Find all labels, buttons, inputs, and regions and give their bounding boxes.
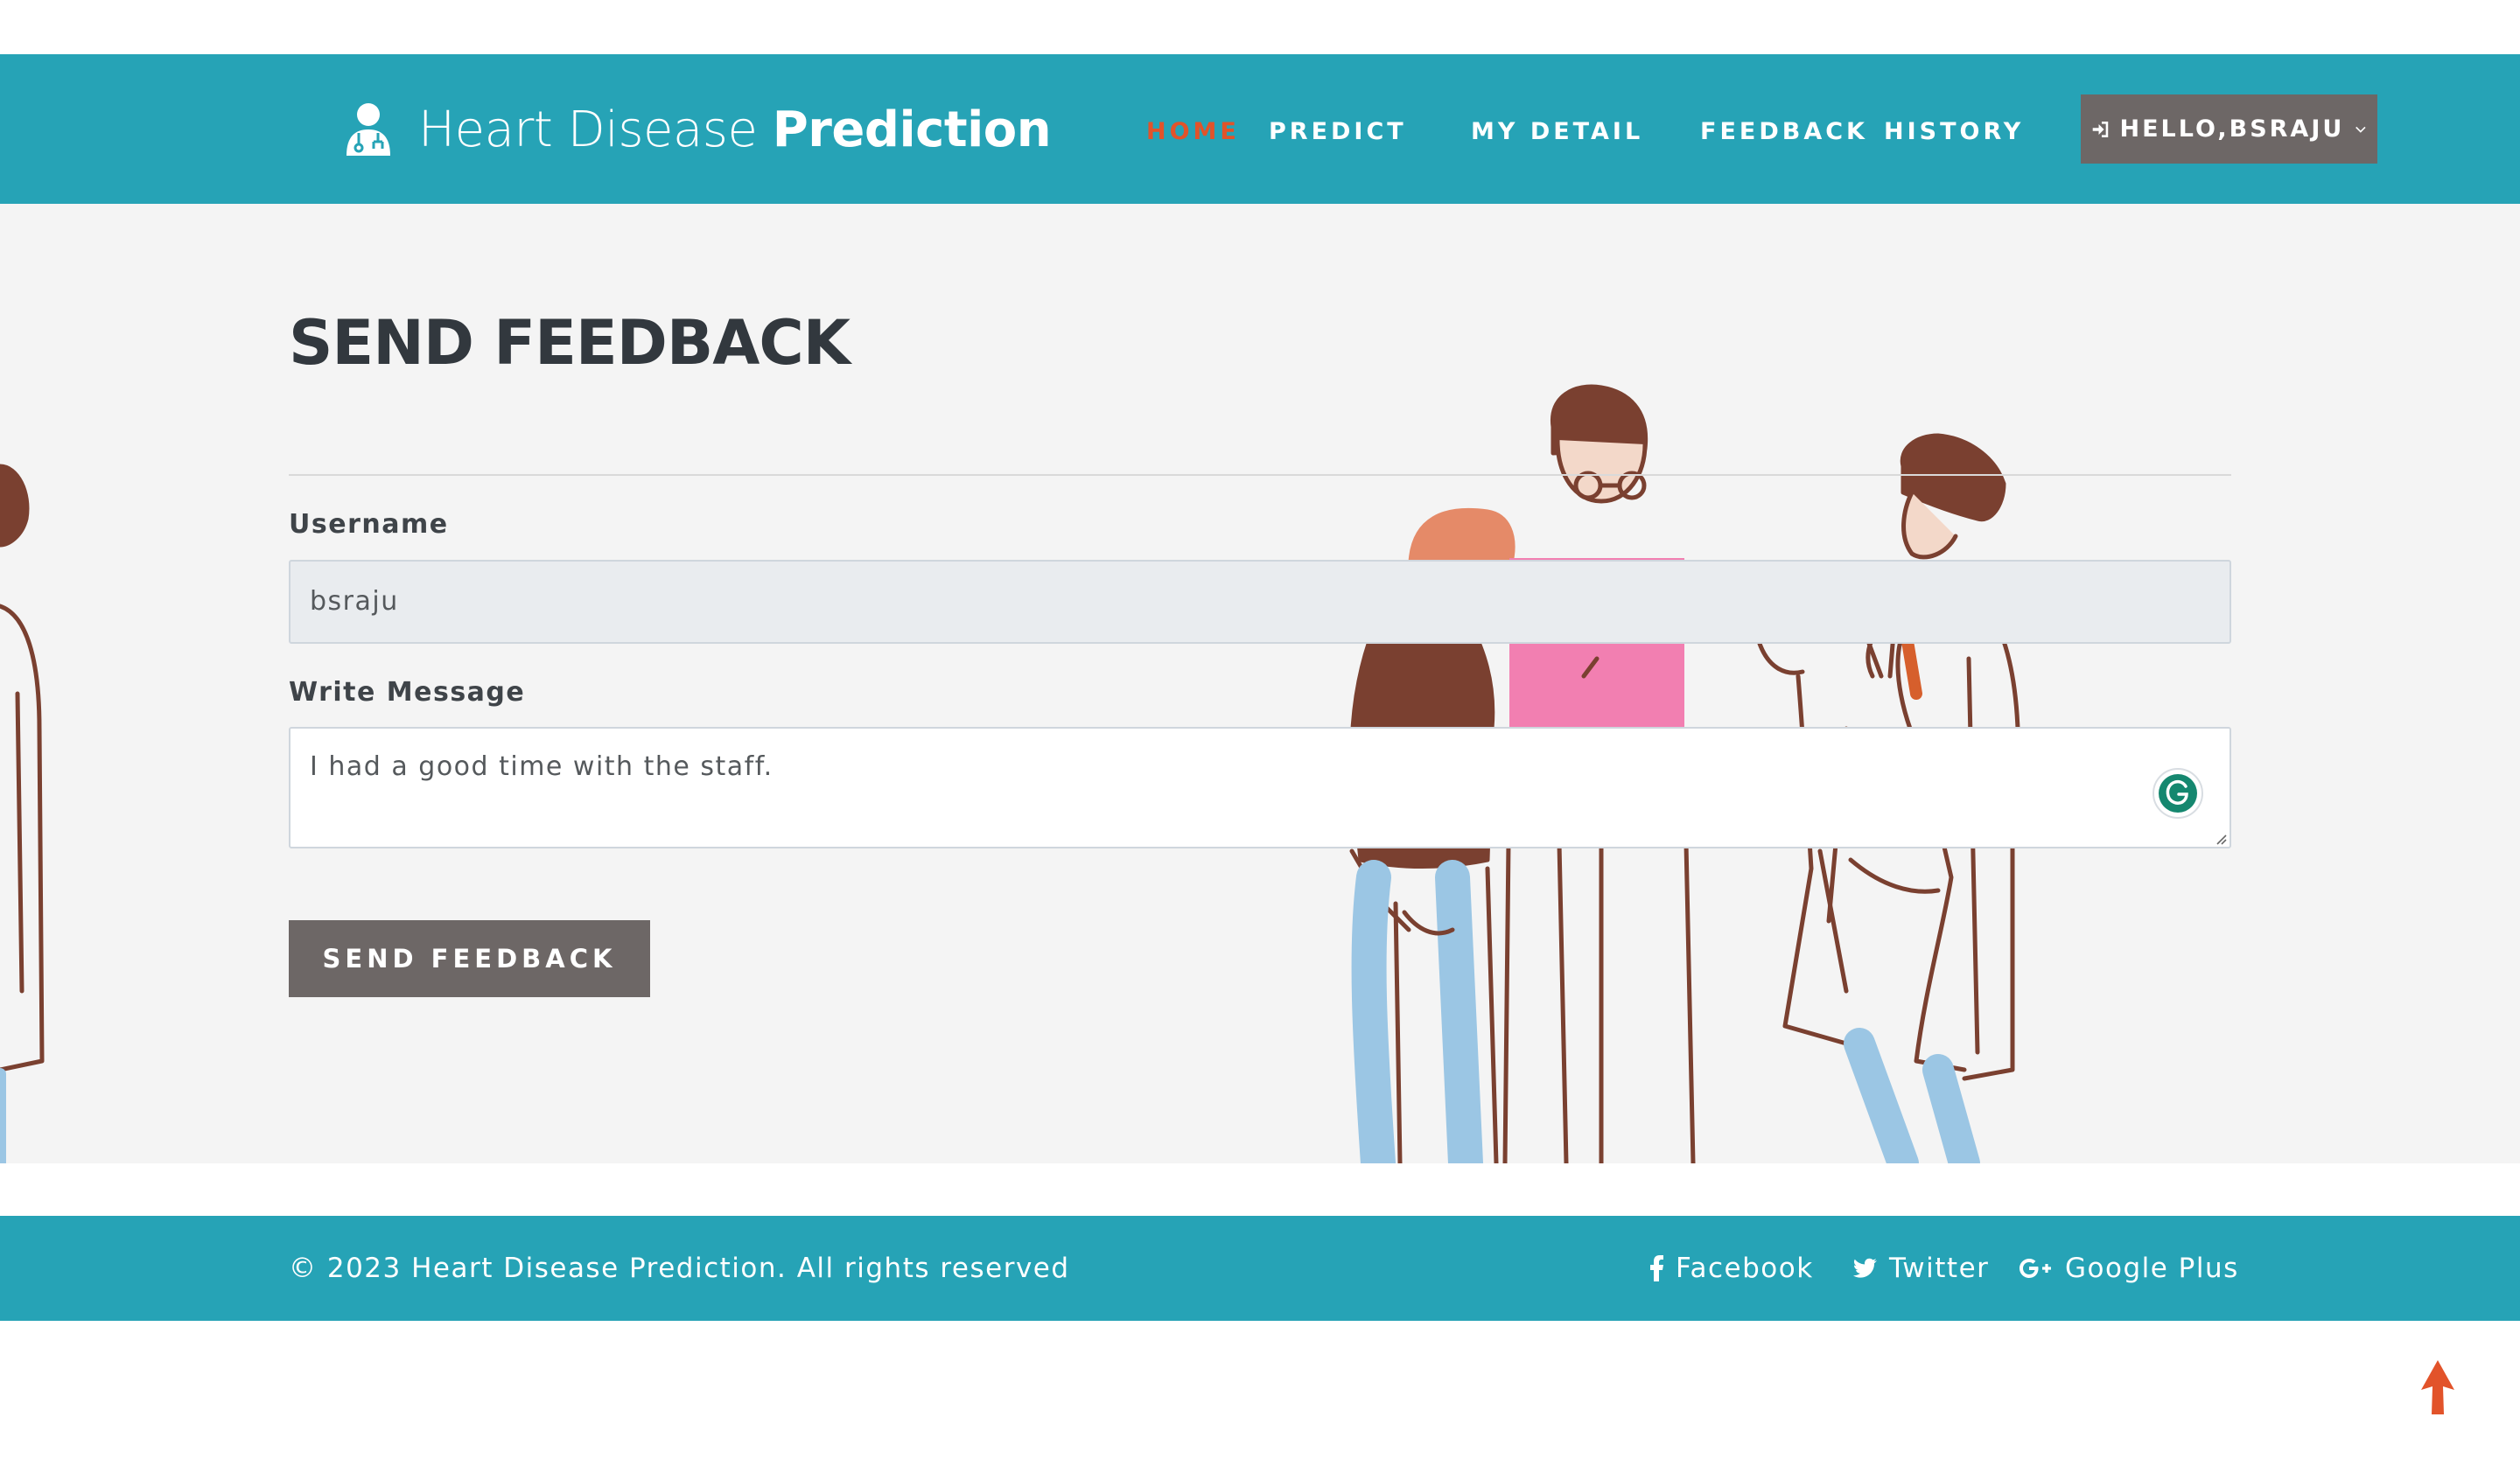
nav-predict[interactable]: PREDICT xyxy=(1269,117,1407,147)
nav-feedback[interactable]: FEEDBACK xyxy=(1700,117,1868,147)
chevron-down-icon xyxy=(2356,126,2366,133)
back-to-top-icon[interactable] xyxy=(2419,1360,2456,1414)
site-footer: © 2023 Heart Disease Prediction. All rig… xyxy=(0,1216,2520,1321)
message-label: Write Message xyxy=(289,677,526,708)
send-feedback-button[interactable]: SEND FEEDBACK xyxy=(289,920,650,997)
message-textarea[interactable]: I had a good time with the staff. xyxy=(289,727,2231,848)
site-header: Heart Disease Prediction HOME PREDICT MY… xyxy=(0,54,2520,204)
nav-home[interactable]: HOME xyxy=(1146,117,1240,147)
nav-history[interactable]: HISTORY xyxy=(1884,117,2024,147)
brand-name-light: Heart Disease xyxy=(418,101,773,158)
facebook-icon xyxy=(1650,1255,1663,1281)
copyright-text: © 2023 Heart Disease Prediction. All rig… xyxy=(289,1253,1070,1284)
feedback-section: SEND FEEDBACK Username bsraju Write Mess… xyxy=(0,204,2520,1163)
facebook-label: Facebook xyxy=(1676,1253,1814,1284)
title-divider xyxy=(289,474,2231,476)
user-menu-button[interactable]: HELLO,BSRAJU xyxy=(2081,94,2377,164)
google-plus-link[interactable]: Google Plus xyxy=(2018,1216,2239,1321)
username-input[interactable]: bsraju xyxy=(289,560,2231,644)
user-menu-label: HELLO,BSRAJU xyxy=(2119,115,2345,143)
page-title: SEND FEEDBACK xyxy=(289,307,850,379)
resize-grip-icon[interactable] xyxy=(2214,832,2228,846)
username-label: Username xyxy=(289,509,449,540)
twitter-label: Twitter xyxy=(1889,1253,1990,1284)
brand-name: Heart Disease Prediction xyxy=(418,101,1052,158)
brand-name-bold: Prediction xyxy=(772,101,1052,158)
grammarly-icon[interactable] xyxy=(2152,767,2204,820)
twitter-icon xyxy=(1852,1258,1877,1278)
twitter-link[interactable]: Twitter xyxy=(1851,1216,1989,1321)
brand-logo[interactable]: Heart Disease Prediction xyxy=(343,94,1052,164)
doctor-icon xyxy=(346,103,390,156)
facebook-link[interactable]: Facebook xyxy=(1649,1216,1814,1321)
google-plus-icon xyxy=(2020,1259,2051,1278)
nav-my-detail[interactable]: MY DETAIL xyxy=(1471,117,1643,147)
google-plus-label: Google Plus xyxy=(2065,1253,2239,1284)
sign-in-icon xyxy=(2092,121,2109,137)
